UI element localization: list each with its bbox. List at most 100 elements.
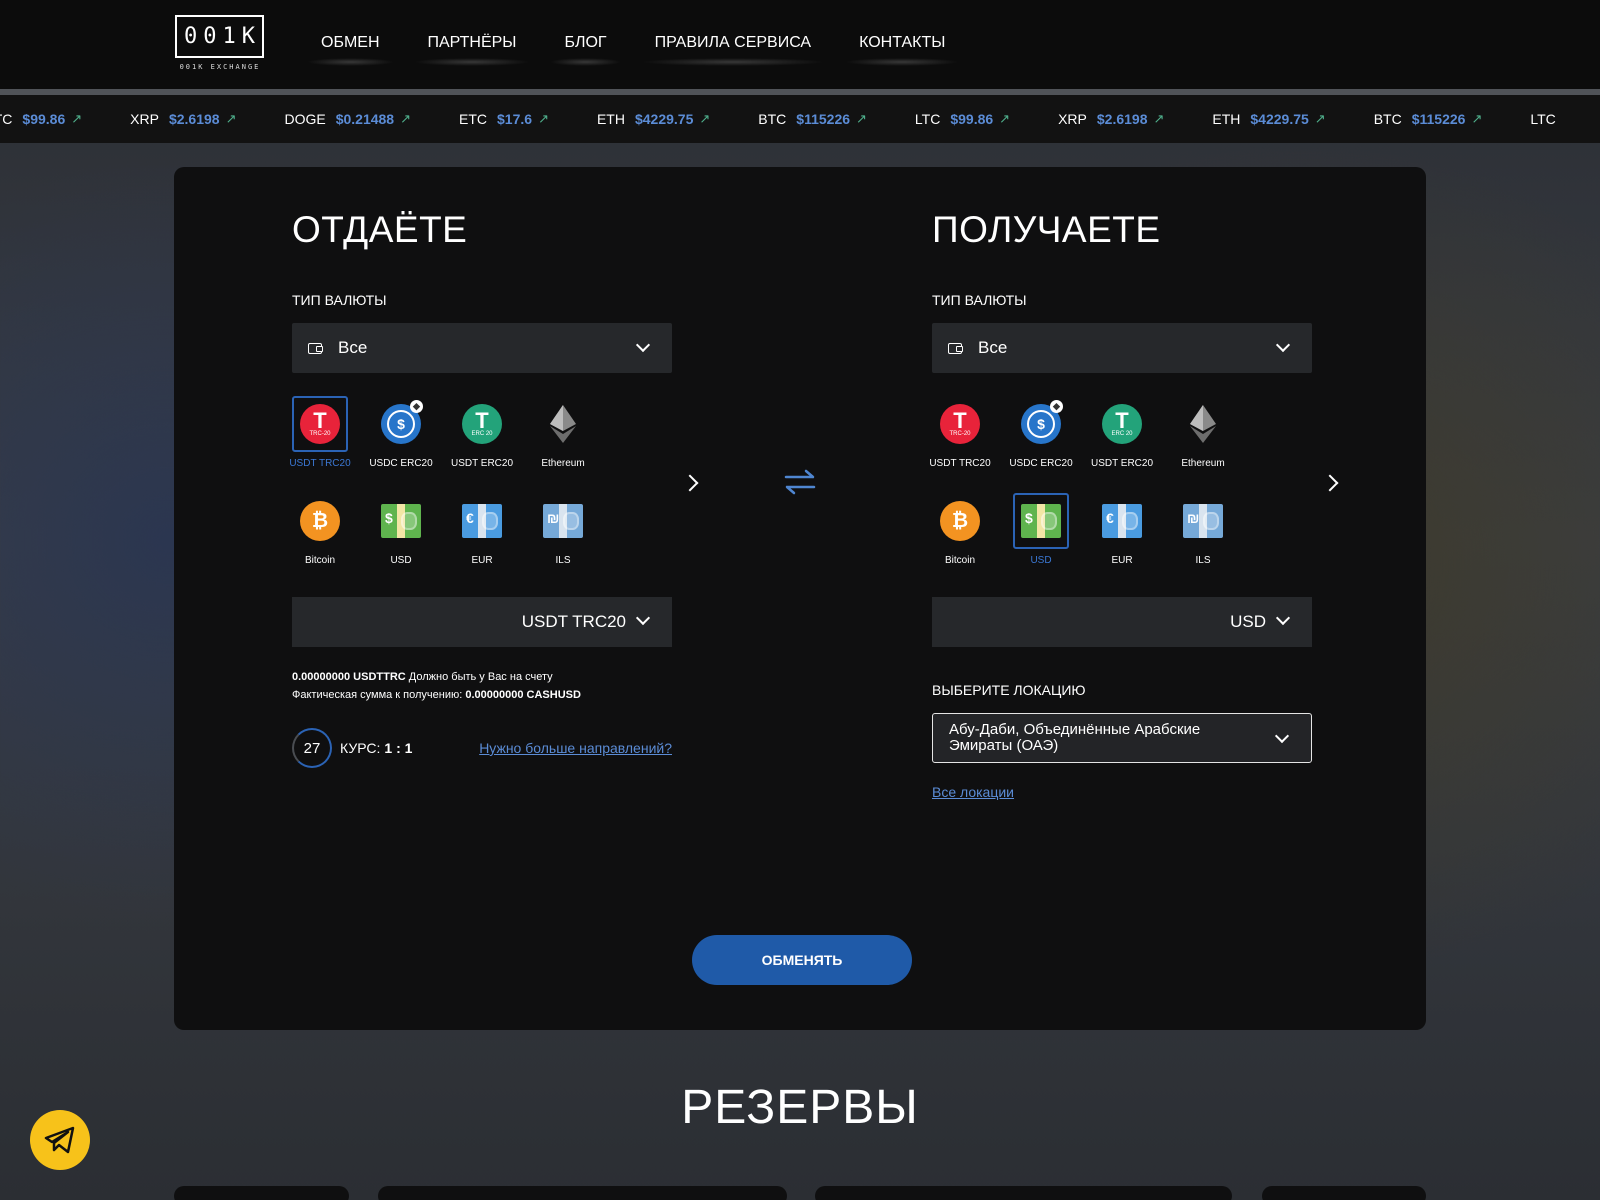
currency-name: Bitcoin — [944, 555, 975, 566]
currency-name: EUR — [471, 555, 493, 566]
currency-name: USDT ERC20 — [1090, 458, 1154, 469]
bitcoin-icon: ₿ — [932, 493, 988, 549]
eur-icon: € — [1094, 493, 1150, 549]
bitcoin-icon: ₿ — [292, 493, 348, 549]
wallet-icon — [948, 342, 963, 354]
currency-option[interactable]: T TRC-20 USDT TRC20 — [289, 396, 351, 469]
currency-option[interactable]: $ ◆ USDC ERC20 — [369, 396, 433, 469]
ticker-price: $115226 — [1411, 111, 1466, 127]
trend-up-icon: ↗ — [999, 111, 1011, 126]
currency-name: ILS — [555, 555, 571, 566]
ticker-price: $0.21488 — [335, 111, 395, 127]
wallet-icon — [308, 342, 323, 354]
trend-up-icon: ↗ — [400, 111, 412, 126]
reserve-card — [174, 1186, 349, 1200]
usdc-erc20-icon: $ ◆ — [1013, 396, 1069, 452]
nav-contacts[interactable]: КОНТАКТЫ — [845, 34, 960, 66]
usd-icon: $ — [373, 493, 429, 549]
usdt-trc20-icon: T TRC-20 — [292, 396, 348, 452]
all-locations-link[interactable]: Все локации — [932, 784, 1014, 800]
currency-option[interactable]: $ USD — [1011, 493, 1071, 566]
currency-option[interactable]: Ethereum — [1173, 396, 1233, 469]
ticker-item: ETH $4229.75 ↗ — [1212, 111, 1325, 127]
rate: КУРС: 1 : 1 — [340, 740, 412, 756]
usdt-trc20-icon: T TRC-20 — [932, 396, 988, 452]
give-type-label: ТИП ВАЛЮТЫ — [292, 292, 387, 308]
telegram-icon — [44, 1126, 75, 1154]
ticker-symbol: BTC — [1373, 111, 1402, 127]
reserves-title: РЕЗЕРВЫ — [681, 1081, 919, 1134]
chevron-down-icon — [1274, 728, 1290, 744]
currency-option[interactable]: $ USD — [371, 493, 431, 566]
ticker-item: DOGE $0.21488 ↗ — [284, 111, 411, 127]
currency-option[interactable]: ₿ Bitcoin — [930, 493, 990, 566]
get-currency-select[interactable]: USD — [932, 597, 1312, 647]
ils-icon: ₪ — [1175, 493, 1231, 549]
main-nav: ОБМЕН ПАРТНЁРЫ БЛОГ ПРАВИЛА СЕРВИСА КОНТ… — [307, 34, 993, 66]
chevron-right-icon[interactable] — [1321, 474, 1339, 492]
ticker-symbol: BTC — [758, 111, 787, 127]
more-directions-link[interactable]: Нужно больше направлений? — [479, 740, 672, 756]
currency-name: USD — [390, 555, 412, 566]
currency-option[interactable]: Ethereum — [533, 396, 593, 469]
currency-option[interactable]: ₿ Bitcoin — [290, 493, 350, 566]
give-currency-value: USDT TRC20 — [521, 612, 626, 631]
currency-name: USDC ERC20 — [1009, 458, 1073, 469]
get-type-select[interactable]: Все — [932, 323, 1312, 373]
ticker-symbol: LTC — [0, 111, 13, 127]
nav-blog[interactable]: БЛОГ — [550, 34, 621, 66]
ticker-price: $4229.75 — [634, 111, 694, 127]
required-amount-text: Должно быть у Вас на счету — [405, 671, 553, 683]
ticker-item: XRP $2.6198 ↗ — [130, 111, 236, 127]
location-value: Абу-Даби, Объединённые Арабские Эмираты … — [949, 721, 1201, 754]
give-info: 0.00000000 USDTTRC Должно быть у Вас на … — [292, 669, 581, 704]
currency-option[interactable]: $ ◆ USDC ERC20 — [1009, 396, 1073, 469]
currency-option[interactable]: € EUR — [1092, 493, 1152, 566]
ticker-price: $4229.75 — [1250, 111, 1309, 127]
give-type-select[interactable]: Все — [292, 323, 672, 373]
currency-option[interactable]: ₪ ILS — [533, 493, 593, 566]
location-label: ВЫБЕРИТЕ ЛОКАЦИЮ — [932, 682, 1086, 698]
telegram-button[interactable] — [30, 1110, 90, 1170]
currency-name: ILS — [1195, 555, 1211, 566]
logo-mark: 001K — [175, 15, 264, 58]
reserve-card — [815, 1186, 1232, 1200]
currency-option[interactable]: ₪ ILS — [1173, 493, 1233, 566]
rate-label: КУРС: — [340, 740, 381, 756]
currency-option[interactable]: T ERC 20 USDT ERC20 — [451, 396, 513, 469]
ticker-symbol: LTC — [1530, 111, 1556, 127]
required-amount: 0.00000000 USDTTRC — [292, 671, 406, 683]
price-ticker: LTC $99.86 ↗ XRP $2.6198 ↗ DOGE $0.21488 ↗ ETC $17… — [0, 95, 1600, 143]
location-select[interactable]: Абу-Даби, Объединённые Арабские Эмираты … — [932, 713, 1312, 763]
give-type-value: Все — [338, 338, 368, 357]
nav-exchange[interactable]: ОБМЕН — [307, 34, 393, 66]
nav-partners[interactable]: ПАРТНЁРЫ — [413, 34, 531, 66]
currency-name: USDT TRC20 — [929, 458, 991, 469]
currency-option[interactable]: T ERC 20 USDT ERC20 — [1091, 396, 1153, 469]
currency-option[interactable]: T TRC-20 USDT TRC20 — [929, 396, 991, 469]
trend-up-icon: ↗ — [1471, 111, 1483, 126]
ticker-price: $2.6198 — [1096, 111, 1148, 127]
swap-icon[interactable] — [782, 467, 818, 497]
usd-icon: $ — [1013, 493, 1069, 549]
exchange-button[interactable]: ОБМЕНЯТЬ — [692, 935, 912, 985]
logo[interactable]: 001K 001K EXCHANGE — [175, 15, 265, 75]
receive-amount-text: Фактическая сумма к получению: — [292, 688, 466, 701]
ticker-price: $99.86 — [950, 111, 994, 127]
currency-name: Ethereum — [541, 458, 585, 469]
chevron-right-icon[interactable] — [681, 474, 699, 492]
ticker-item: ETC $17.6 ↗ — [459, 111, 549, 127]
ticker-price: $115226 — [796, 111, 851, 127]
ticker-item: BTC $115226 ↗ — [758, 111, 867, 127]
trend-up-icon: ↗ — [699, 111, 711, 126]
nav-rules[interactable]: ПРАВИЛА СЕРВИСА — [640, 34, 825, 66]
trend-up-icon: ↗ — [856, 111, 867, 126]
exchange-card: ОТДАЁТЕ ТИП ВАЛЮТЫ Все T TRC-20 USDT TRC20… — [174, 167, 1426, 1030]
trend-up-icon: ↗ — [225, 111, 237, 126]
currency-option[interactable]: € EUR — [452, 493, 512, 566]
get-type-value: Все — [978, 338, 1008, 357]
give-currency-select[interactable]: USDT TRC20 — [292, 597, 672, 647]
rate-value: 1 : 1 — [384, 740, 413, 756]
ticker-item: LTC $99.86 ↗ — [0, 111, 82, 127]
reserve-card — [378, 1186, 787, 1200]
